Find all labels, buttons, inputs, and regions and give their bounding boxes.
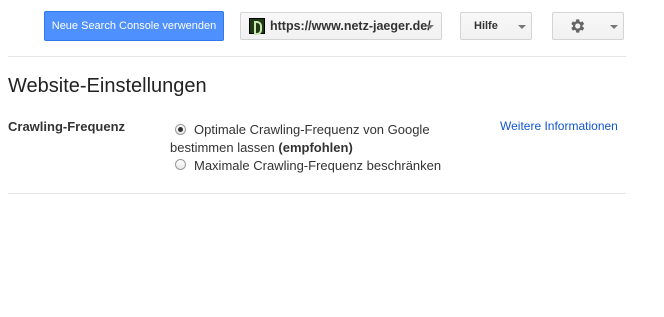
header-divider [8,56,626,57]
site-selector-dropdown[interactable]: https://www.netz-jaeger.de/ [240,12,442,40]
new-search-console-button[interactable]: Neue Search Console verwenden [44,11,224,41]
option-google-optimal-line2: bestimmen lassen (empfohlen) [170,139,440,157]
crawl-option-google-optimal[interactable]: Optimale Crawling-Frequenz von Google be… [170,121,440,157]
recommended-badge: (empfohlen) [278,140,353,155]
option-limit-max-label: Maximale Crawling-Frequenz beschränken [194,158,442,173]
crawl-rate-label: Crawling-Frequenz [8,119,126,134]
more-info-link[interactable]: Weitere Informationen [500,119,618,133]
settings-button[interactable] [552,12,624,40]
chevron-down-icon [426,25,434,29]
option-google-optimal-line1: Optimale Crawling-Frequenz von Google [194,122,430,137]
crawl-option-limit-max[interactable]: Maximale Crawling-Frequenz beschränken [170,157,470,175]
site-favicon-icon [249,18,265,35]
section-divider [8,193,626,194]
radio-google-optimal[interactable] [175,124,186,135]
site-url-label: https://www.netz-jaeger.de/ [270,19,431,33]
top-toolbar: Neue Search Console verwenden https://ww… [0,0,664,56]
gear-icon [571,19,585,33]
chevron-down-icon [610,25,618,29]
option-google-optimal-text: bestimmen lassen [170,140,275,155]
chevron-down-icon [518,25,526,29]
help-button[interactable]: Hilfe [460,12,532,40]
page-title: Website-Einstellungen [8,75,207,97]
help-label: Hilfe [474,20,498,32]
radio-limit-max[interactable] [175,159,186,170]
